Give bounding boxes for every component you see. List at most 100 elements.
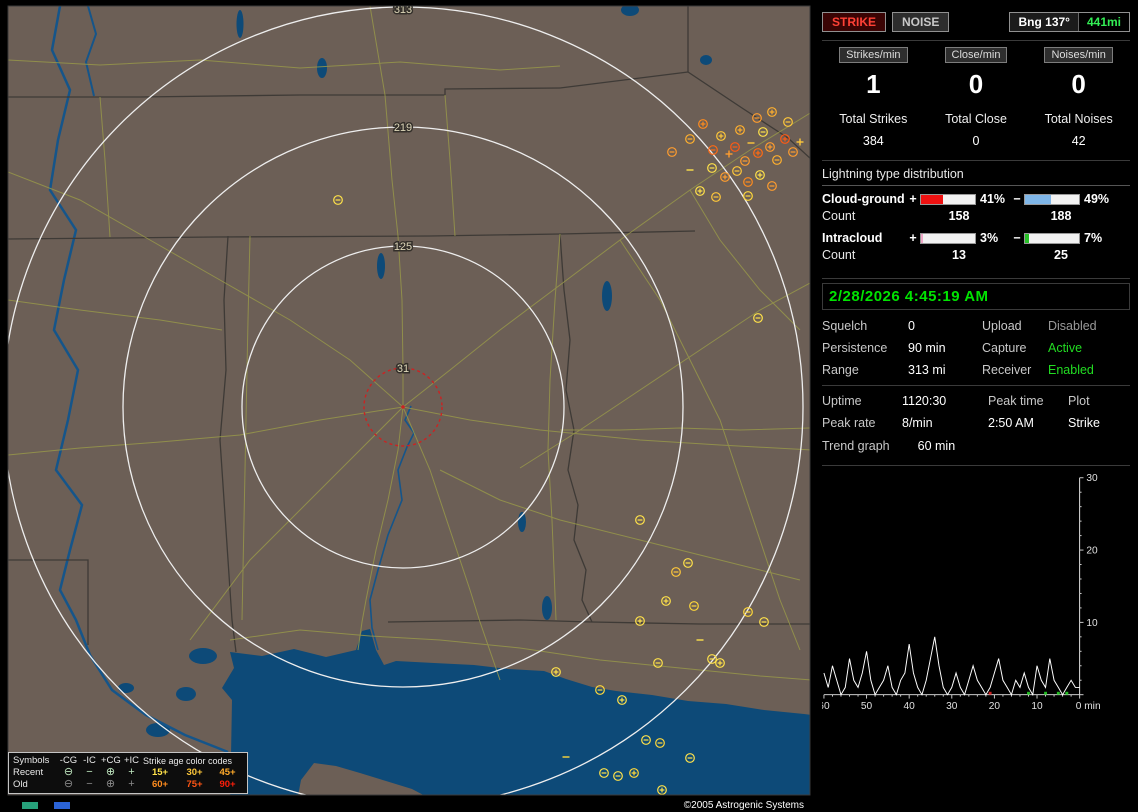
total-noises-label: Total Noises [1044, 112, 1113, 126]
svg-text:50: 50 [861, 701, 873, 712]
ring-label-125: 125 [394, 241, 412, 253]
intracloud-count-row: Count 13 25 [822, 248, 1130, 262]
bearing-value: Bng 137° [1010, 13, 1078, 31]
ring-label-219: 219 [394, 122, 412, 134]
plot-value: Strike [1068, 416, 1100, 430]
datetime: 2/28/2026 4:45:19 AM [822, 283, 1130, 310]
legend-age-header: Strike age color codes [143, 755, 233, 766]
cg-minus-pct: 49% [1084, 192, 1110, 206]
bearing-box: Bng 137° 441mi [1009, 12, 1130, 32]
ic-plus-pct: 3% [980, 231, 999, 245]
distribution-title: Lightning type distribution [822, 165, 1130, 186]
trend-chart: 60 50 40 30 20 10 0 min 30 20 10 [822, 466, 1130, 812]
ic-minus-old-icon: − [86, 778, 93, 790]
persistence-label: Persistence [822, 341, 888, 355]
minus-sign: − [1013, 192, 1021, 206]
age-90: 90+ [219, 779, 236, 790]
receiver-value: Enabled [1048, 363, 1094, 377]
cg-plus-count: 158 [948, 209, 970, 223]
ring-label-31: 31 [397, 363, 409, 375]
lightning-map[interactable]: 313 219 125 31 [0, 0, 812, 812]
squelch-value: 0 [908, 319, 915, 333]
ic-minus-pct: 7% [1084, 231, 1103, 245]
capture-value: Active [1048, 341, 1083, 355]
status-mark-1 [22, 802, 38, 809]
peak-rate-value: 8/min [902, 416, 933, 430]
svg-text:0 min: 0 min [1076, 701, 1101, 712]
trend-graph-value: 60 min [917, 439, 956, 453]
close-per-min-value: 0 [968, 69, 984, 99]
peak-rate-label: Peak rate [822, 416, 876, 430]
range-value: 313 mi [908, 363, 946, 377]
cg-minus-recent-icon: ⊖ [63, 766, 74, 778]
legend-col-ic-minus: -IC [83, 755, 96, 766]
copyright: ©2005 Astrogenic Systems [683, 800, 804, 811]
cg-plus-bar [920, 193, 976, 205]
strike-mode-button[interactable]: STRIKE [822, 12, 887, 32]
svg-text:60: 60 [822, 701, 830, 712]
age-30: 30+ [186, 767, 203, 778]
total-strikes-label: Total Strikes [839, 112, 908, 126]
strikes-per-min-value: 1 [866, 69, 881, 99]
legend-col-cg-minus: -CG [59, 755, 78, 766]
total-close-value: 0 [972, 134, 980, 148]
count-label: Count [822, 248, 856, 262]
range-label: Range [822, 363, 859, 377]
cg-minus-count: 188 [1050, 209, 1072, 223]
svg-text:10: 10 [1031, 701, 1043, 712]
plus-sign: + [909, 231, 917, 245]
svg-text:20: 20 [1086, 545, 1098, 556]
peak-time-value: 2:50 AM [988, 416, 1034, 430]
status-section: 2/28/2026 4:45:19 AM Squelch 0 Upload Di… [822, 279, 1130, 386]
age-15: 15+ [151, 767, 169, 778]
session-section: Uptime 1120:30 Peak time Plot Peak rate … [822, 386, 1130, 466]
legend-col-cg-plus: +CG [101, 755, 121, 766]
rate-stats-section: Strikes/min Close/min Noises/min 1 0 0 T… [822, 41, 1130, 161]
ic-plus-old-icon: + [128, 778, 135, 790]
status-mark-2 [54, 802, 70, 809]
noise-mode-button[interactable]: NOISE [892, 12, 950, 32]
ic-minus-count: 25 [1054, 248, 1068, 262]
noises-per-min-chip[interactable]: Noises/min [1044, 47, 1113, 63]
total-close-label: Total Close [945, 112, 1007, 126]
cg-minus-bar [1024, 193, 1080, 205]
minus-sign: − [1013, 231, 1021, 245]
ic-plus-bar [920, 232, 976, 244]
cloud-ground-label: Cloud-ground [822, 192, 905, 206]
distribution-section: Lightning type distribution Cloud-ground… [822, 161, 1130, 279]
age-75: 75+ [186, 779, 203, 790]
distance-value: 441mi [1077, 13, 1129, 31]
ic-plus-recent-icon: + [128, 766, 135, 778]
svg-text:20: 20 [989, 701, 1001, 712]
cg-plus-old-icon: ⊕ [105, 778, 116, 790]
ic-minus-recent-icon: − [86, 766, 93, 778]
capture-label: Capture [982, 341, 1027, 355]
intracloud-row: Intracloud + 3% − 7% [822, 231, 1130, 245]
noises-per-min-value: 0 [1071, 69, 1086, 99]
total-noises-value: 42 [1071, 134, 1086, 148]
status-marks [22, 802, 70, 809]
total-strikes-value: 384 [862, 134, 884, 148]
upload-value: Disabled [1048, 319, 1097, 333]
age-45: 45+ [219, 767, 236, 778]
map-legend: Symbols -CG -IC +CG +IC Strike age color… [8, 752, 248, 794]
close-per-min-chip[interactable]: Close/min [944, 47, 1008, 63]
cg-plus-pct: 41% [980, 192, 1006, 206]
svg-text:40: 40 [904, 701, 916, 712]
map-area: 313 219 125 31 Symbols -CG -IC +CG +IC S… [0, 0, 812, 812]
persistence-value: 90 min [908, 341, 946, 355]
ic-plus-count: 13 [952, 248, 966, 262]
uptime-value: 1120:30 [902, 394, 947, 408]
cloud-ground-row: Cloud-ground + 41% − 49% [822, 192, 1130, 206]
squelch-label: Squelch [822, 319, 868, 333]
peak-time-label: Peak time [988, 394, 1044, 408]
receiver-label: Receiver [982, 363, 1032, 377]
legend-row-old: Old [13, 779, 28, 790]
legend-row-recent: Recent [13, 767, 44, 778]
cg-plus-recent-icon: ⊕ [105, 766, 116, 778]
strikes-per-min-chip[interactable]: Strikes/min [839, 47, 908, 63]
svg-text:30: 30 [946, 701, 958, 712]
uptime-label: Uptime [822, 394, 862, 408]
plot-label: Plot [1068, 394, 1090, 408]
plus-sign: + [909, 192, 917, 206]
